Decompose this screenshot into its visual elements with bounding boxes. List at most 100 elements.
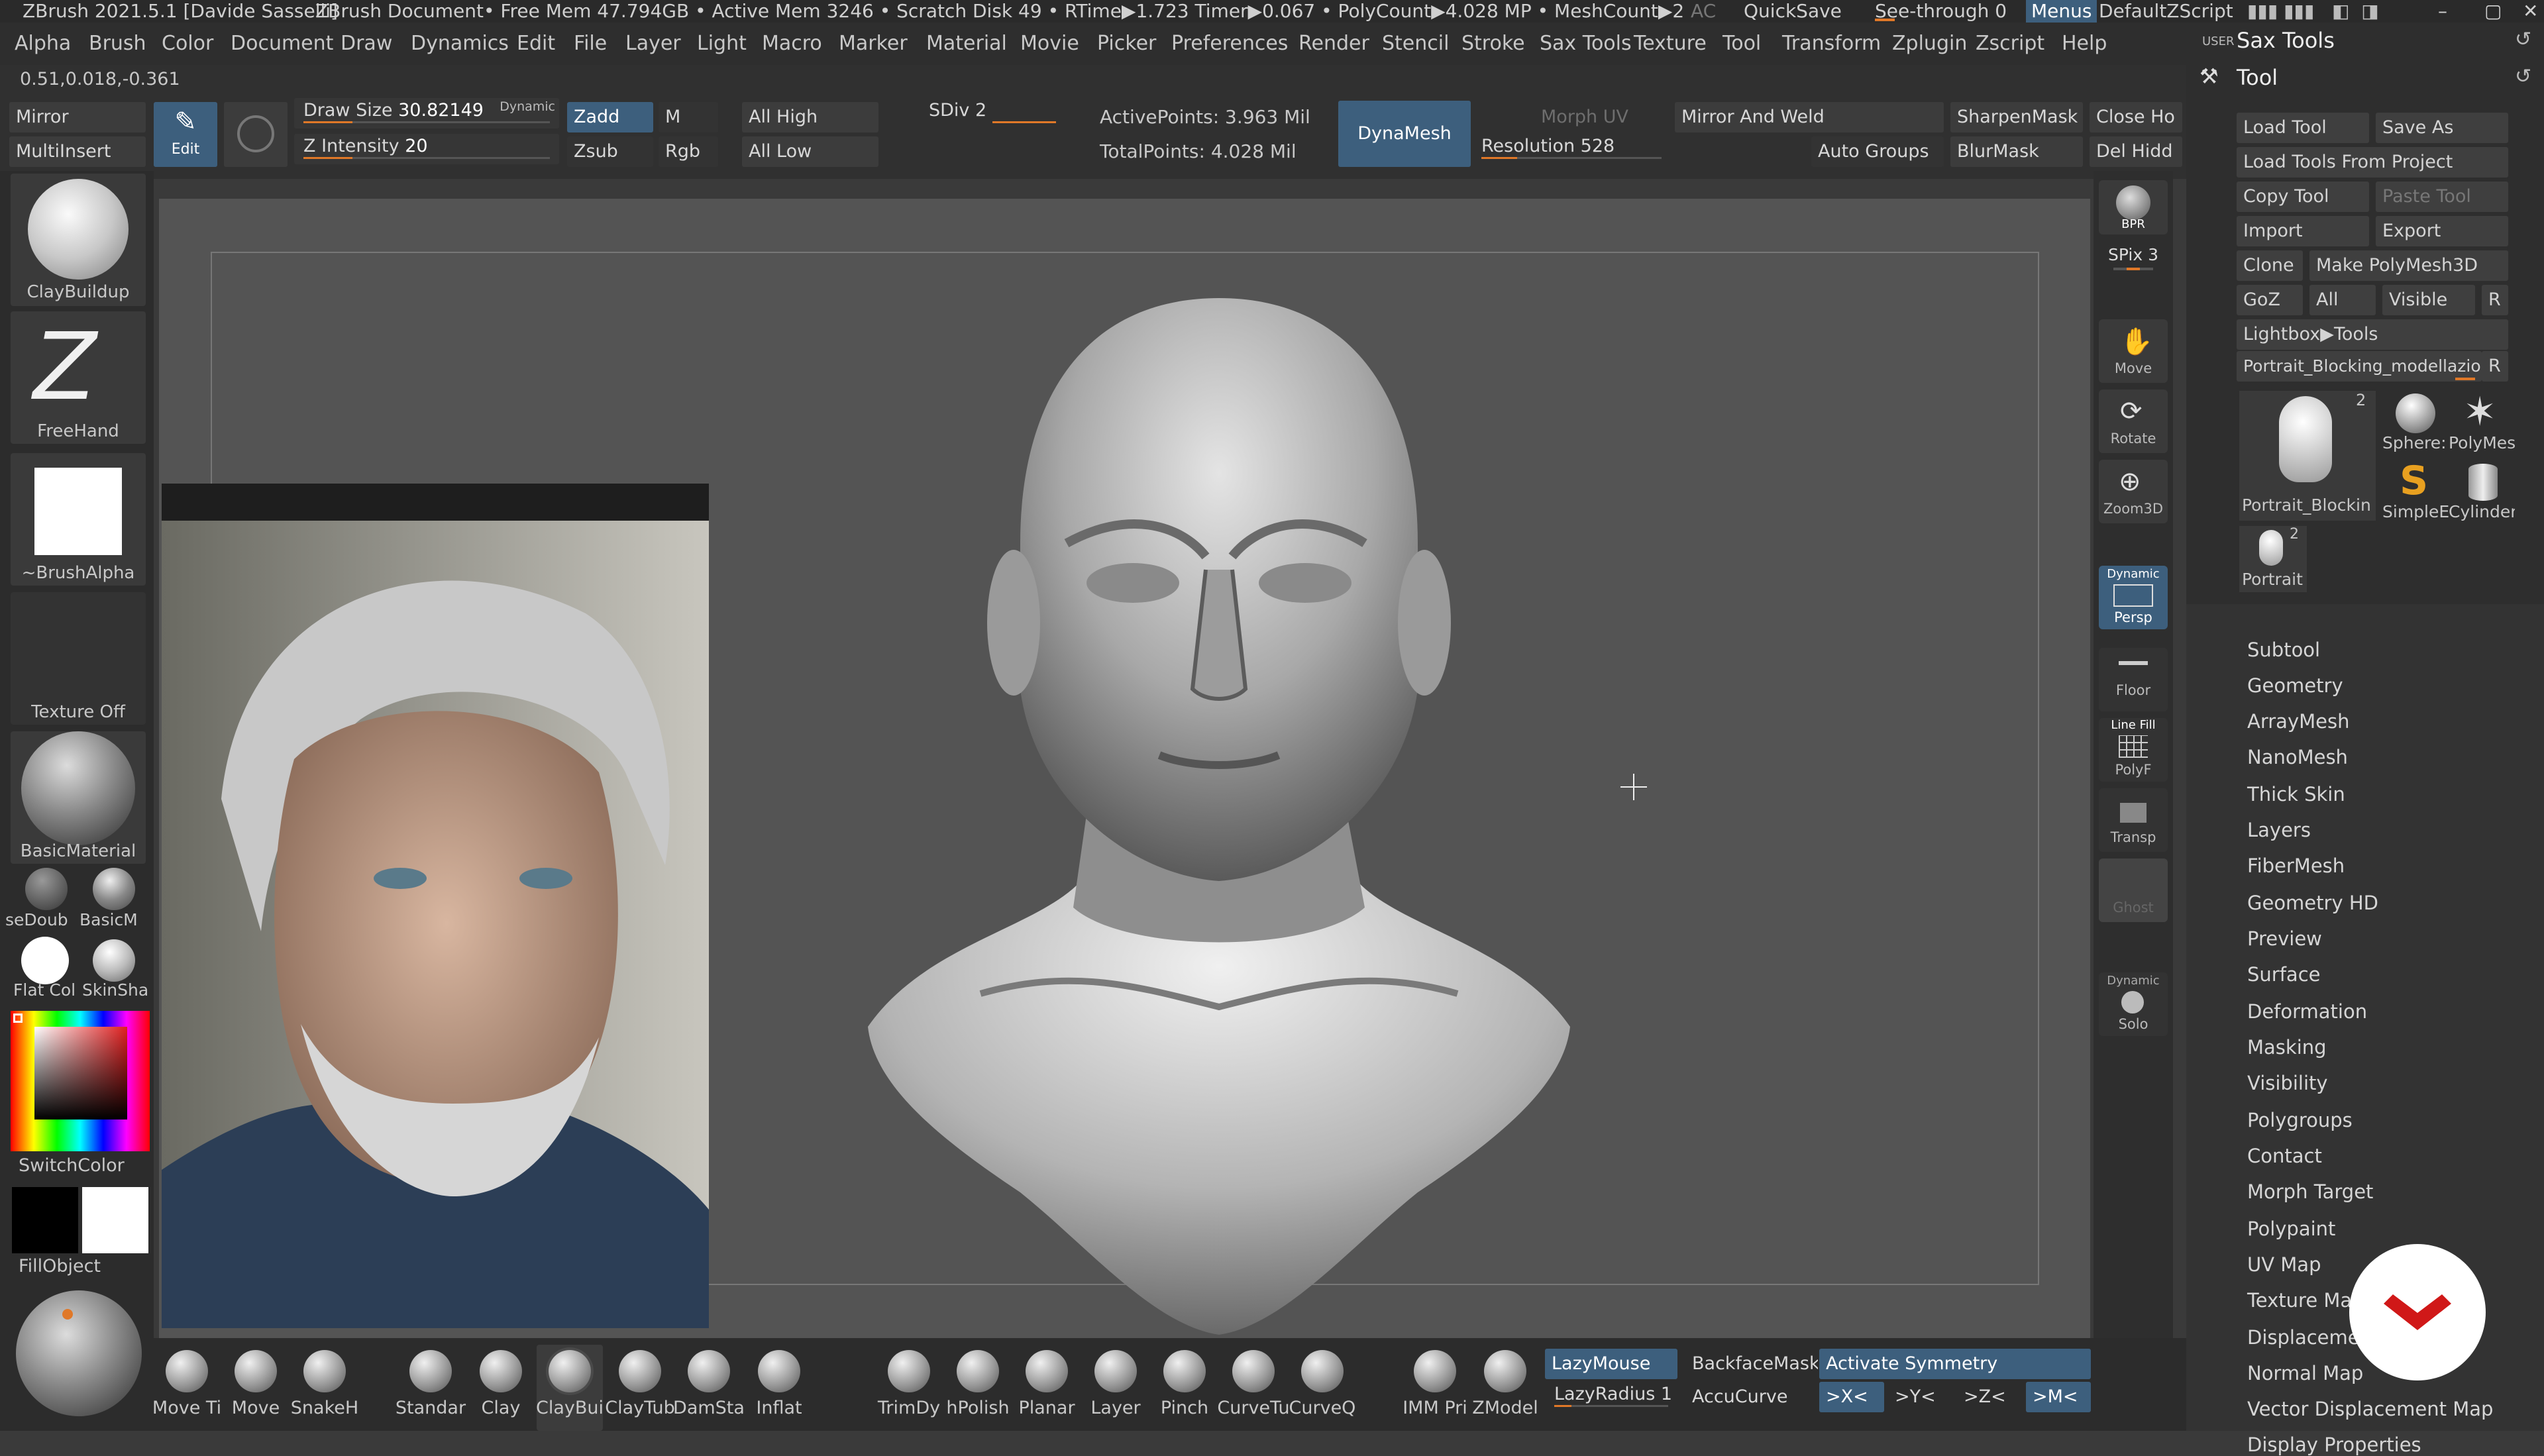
menu-movie[interactable]: Movie	[1020, 32, 1079, 55]
menu-file[interactable]: File	[574, 32, 607, 55]
spix-label[interactable]: SPix 3	[2094, 245, 2173, 264]
all-high-button[interactable]: All High	[742, 102, 878, 132]
goz-button[interactable]: GoZ	[2237, 285, 2303, 315]
navigation-sphere[interactable]	[16, 1290, 142, 1416]
z-intensity-slider[interactable]: Z Intensity 20	[294, 134, 559, 164]
material-preset-c[interactable]	[21, 937, 69, 984]
subpalette-subtool[interactable]: Subtool	[2247, 639, 2320, 661]
sharpenmask-button[interactable]: SharpenMask	[1950, 102, 2083, 132]
current-tool-r-button[interactable]: R	[2482, 351, 2508, 382]
save-as-button[interactable]: Save As	[2376, 113, 2508, 143]
subpalette-polypaint[interactable]: Polypaint	[2247, 1218, 2335, 1240]
subpalette-masking[interactable]: Masking	[2247, 1036, 2327, 1059]
reference-image-titlebar[interactable]	[162, 484, 709, 521]
subpalette-visibility[interactable]: Visibility	[2247, 1072, 2328, 1094]
brush-standard[interactable]: Standar	[396, 1345, 466, 1431]
switch-color-label[interactable]: SwitchColor	[19, 1155, 125, 1176]
menu-help[interactable]: Help	[2062, 32, 2107, 55]
maximize-icon[interactable]: ▢	[2484, 0, 2502, 23]
color-picker-square[interactable]	[34, 1027, 127, 1119]
quicksave-button[interactable]: QuickSave	[1744, 0, 1842, 23]
subpalette-nanomesh[interactable]: NanoMesh	[2247, 746, 2348, 768]
menu-sax-tools[interactable]: Sax Tools	[1540, 32, 1632, 55]
primary-color-swatch[interactable]	[12, 1187, 78, 1253]
lazymouse-button[interactable]: LazyMouse	[1545, 1349, 1677, 1379]
polyf-button[interactable]: Line Fill PolyF	[2099, 718, 2168, 782]
material-preset-a[interactable]	[25, 868, 68, 910]
subpalette-fibermesh[interactable]: FiberMesh	[2247, 855, 2345, 877]
symmetry-z-button[interactable]: >Z<	[1957, 1382, 2022, 1412]
subpalette-display-properties[interactable]: Display Properties	[2247, 1433, 2421, 1456]
brush-inflate[interactable]: Inflat	[746, 1345, 812, 1431]
brush-move-topological[interactable]: Move Ti	[152, 1345, 221, 1431]
color-picker[interactable]	[11, 1011, 150, 1151]
subpalette-geometry[interactable]: Geometry	[2247, 674, 2343, 697]
brush-move[interactable]: Move	[223, 1345, 289, 1431]
import-button[interactable]: Import	[2237, 216, 2369, 246]
subpalette-displacement[interactable]: Displaceme	[2247, 1326, 2360, 1349]
goz-r-button[interactable]: R	[2482, 285, 2508, 315]
tool-title[interactable]: Tool	[2237, 65, 2278, 90]
menu-preferences[interactable]: Preferences	[1171, 32, 1288, 55]
menu-brush[interactable]: Brush	[89, 32, 146, 55]
material-preset-b[interactable]	[93, 868, 135, 910]
brush-trimdynamic[interactable]: TrimDy	[876, 1345, 942, 1431]
close-icon[interactable]: ✕	[2523, 0, 2538, 23]
tool-thumb-simplebrush[interactable]: S SimpleE	[2382, 460, 2449, 526]
subpalette-layers[interactable]: Layers	[2247, 819, 2311, 841]
menu-marker[interactable]: Marker	[839, 32, 908, 55]
color-picker-cursor[interactable]	[13, 1014, 23, 1023]
morph-uv-button[interactable]: Morph UV	[1534, 102, 1647, 132]
brush-curvetube[interactable]: CurveTu	[1217, 1345, 1290, 1431]
brush-claybuildup[interactable]: ClayBui	[536, 1345, 604, 1431]
ghost-button[interactable]: Ghost	[2099, 858, 2168, 922]
tool-thumb-polymesh[interactable]: ✶ PolyMes	[2449, 391, 2515, 457]
menu-stencil[interactable]: Stencil	[1382, 32, 1449, 55]
brush-layer[interactable]: Layer	[1083, 1345, 1149, 1431]
mirror-and-weld-button[interactable]: Mirror And Weld	[1675, 102, 1944, 132]
close-holes-button[interactable]: Close Ho	[2090, 102, 2182, 132]
menu-layer[interactable]: Layer	[625, 32, 681, 55]
mirror-button[interactable]: Mirror	[9, 102, 146, 132]
symmetry-y-button[interactable]: >Y<	[1888, 1382, 1953, 1412]
blurmask-button[interactable]: BlurMask	[1950, 136, 2083, 167]
menu-alpha[interactable]: Alpha	[15, 32, 71, 55]
sdiv-slider[interactable]: SDiv 2	[920, 98, 1065, 129]
menu-picker[interactable]: Picker	[1097, 32, 1156, 55]
goz-visible-button[interactable]: Visible	[2382, 285, 2475, 315]
zadd-button[interactable]: Zadd	[567, 102, 653, 132]
menu-zscript[interactable]: Zscript	[1976, 32, 2044, 55]
menu-stroke[interactable]: Stroke	[1461, 32, 1525, 55]
document-menu[interactable]: ZBrush Document	[315, 0, 484, 23]
brush-planar[interactable]: Planar	[1014, 1345, 1080, 1431]
menu-document[interactable]: Document	[231, 32, 333, 55]
menu-transform[interactable]: Transform	[1782, 32, 1881, 55]
goz-all-button[interactable]: All	[2309, 285, 2376, 315]
menu-light[interactable]: Light	[697, 32, 747, 55]
brush-clay[interactable]: Clay	[468, 1345, 534, 1431]
tool-thumb-sphere[interactable]: Sphere:	[2382, 391, 2449, 457]
material-preset-d[interactable]	[93, 939, 135, 982]
brush-damstandard[interactable]: DamSta	[673, 1345, 745, 1431]
draw-mode-button[interactable]	[224, 102, 288, 167]
activate-symmetry-button[interactable]: Activate Symmetry	[1819, 1349, 2091, 1379]
tool-refresh-icon[interactable]: ↺	[2515, 65, 2531, 88]
menus-button[interactable]: Menus	[2026, 0, 2097, 23]
subpalette-thick-skin[interactable]: Thick Skin	[2247, 783, 2345, 806]
paste-tool-button[interactable]: Paste Tool	[2376, 182, 2508, 212]
reference-image-window[interactable]	[162, 484, 709, 1328]
subpalette-arraymesh[interactable]: ArrayMesh	[2247, 710, 2349, 733]
subpalette-surface[interactable]: Surface	[2247, 963, 2320, 986]
menu-macro[interactable]: Macro	[762, 32, 822, 55]
lazyradius-slider[interactable]: LazyRadius 1	[1545, 1382, 1677, 1412]
load-tool-button[interactable]: Load Tool	[2237, 113, 2369, 143]
menu-zplugin[interactable]: Zplugin	[1892, 32, 1967, 55]
sax-tools-refresh-icon[interactable]: ↺	[2515, 28, 2531, 51]
resolution-slider[interactable]: Resolution 528	[1472, 134, 1671, 164]
make-polymesh3d-button[interactable]: Make PolyMesh3D	[2309, 250, 2508, 281]
subpalette-morph-target[interactable]: Morph Target	[2247, 1180, 2373, 1203]
spix-track[interactable]	[2113, 268, 2153, 270]
subpalette-texture-map[interactable]: Texture Map	[2247, 1289, 2364, 1312]
layout-icons[interactable]: ▮▮▮ ▮▮▮ ◧ ◨	[2247, 0, 2379, 23]
dynamic-label[interactable]: Dynamic	[500, 94, 555, 119]
